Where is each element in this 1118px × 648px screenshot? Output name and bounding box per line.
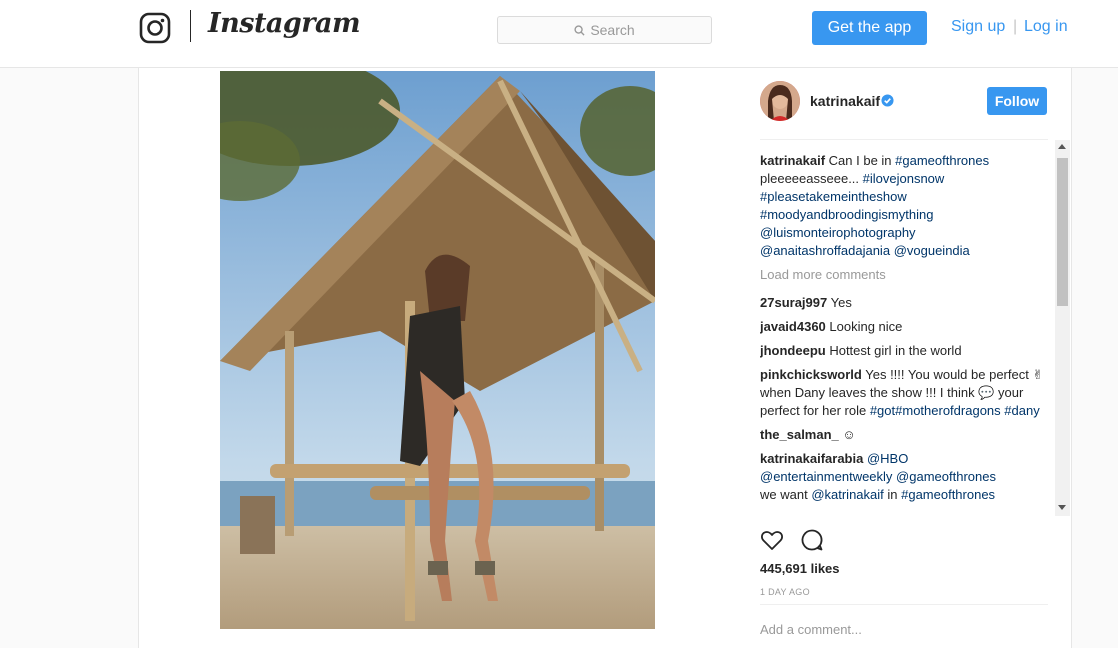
mention-link[interactable]: @katrinakaif <box>811 487 883 502</box>
comment: the_salman_ ☺ <box>760 426 1050 444</box>
comment: pinkchicksworld Yes !!!! You would be pe… <box>760 366 1050 420</box>
verified-badge-icon <box>881 94 894 107</box>
sign-up-link[interactable]: Sign up <box>951 18 1005 36</box>
caption: katrinakaif Can I be in #gameofthrones p… <box>760 152 1050 260</box>
post-photo[interactable] <box>220 71 655 629</box>
instagram-wordmark[interactable]: Instagram <box>208 8 361 39</box>
top-navigation-bar: Instagram Search Get the app Sign up | L… <box>0 0 1118 68</box>
divider <box>760 604 1048 605</box>
comment-username[interactable]: the_salman_ <box>760 427 839 442</box>
comment-username[interactable]: katrinakaifarabia <box>760 451 863 466</box>
hashtag-link[interactable]: #got <box>870 403 895 418</box>
comment-bubble-icon[interactable] <box>800 528 824 552</box>
caption-username[interactable]: katrinakaif <box>760 153 825 168</box>
caption-text: Can I be in <box>825 153 896 168</box>
comment-username[interactable]: javaid4360 <box>760 319 826 334</box>
comment-username[interactable]: 27suraj997 <box>760 295 827 310</box>
mention-link[interactable]: @entertainmentweekly <box>760 469 892 484</box>
caption-text: pleeeeeasseee... <box>760 171 863 186</box>
comment-text: Looking nice <box>825 319 903 334</box>
instagram-camera-icon[interactable] <box>139 12 171 44</box>
hashtag-link[interactable]: #gameofthrones <box>895 153 989 168</box>
likes-count[interactable]: 445,691 likes <box>760 561 840 576</box>
hashtag-link[interactable]: #moodyandbroodingismything <box>760 207 933 222</box>
logo-divider <box>190 10 191 42</box>
comment-username[interactable]: jhondeepu <box>760 343 826 358</box>
post-username[interactable]: katrinakaif <box>810 93 880 109</box>
hashtag-link[interactable]: #pleasetakemeintheshow <box>760 189 907 204</box>
hashtag-link[interactable]: #dany <box>1001 403 1039 418</box>
comment-text: Hottest girl in the world <box>825 343 962 358</box>
divider <box>760 139 1048 140</box>
comment-text: Yes <box>827 295 852 310</box>
scroll-up-arrow-icon[interactable] <box>1058 144 1066 149</box>
comment-text: ☺ <box>838 427 856 442</box>
mention-link[interactable]: @HBO <box>863 451 908 466</box>
link-separator: | <box>1013 18 1018 35</box>
comment-text: in <box>883 487 902 502</box>
mention-link[interactable]: @vogueindia <box>894 243 970 258</box>
post-timestamp: 1 DAY AGO <box>760 587 810 597</box>
comment-username[interactable]: pinkchicksworld <box>760 367 862 382</box>
avatar[interactable] <box>760 81 800 121</box>
add-comment-input[interactable]: Add a comment... <box>760 622 862 637</box>
hashtag-link[interactable]: #ilovejonsnow <box>863 171 945 186</box>
search-icon <box>574 24 585 36</box>
hashtag-link[interactable]: #gameofthrones <box>901 487 995 502</box>
scrollbar-thumb[interactable] <box>1057 158 1068 306</box>
comments-list[interactable]: katrinakaif Can I be in #gameofthrones p… <box>760 152 1050 516</box>
load-more-comments-link[interactable]: Load more comments <box>760 266 1050 284</box>
follow-button[interactable]: Follow <box>987 87 1047 115</box>
comment: jhondeepu Hottest girl in the world <box>760 342 1050 360</box>
comment: javaid4360 Looking nice <box>760 318 1050 336</box>
scroll-down-arrow-icon[interactable] <box>1058 505 1066 510</box>
hashtag-link[interactable]: #motherofdragons <box>895 403 1001 418</box>
mention-link[interactable]: @gameofthrones <box>892 469 996 484</box>
search-input[interactable]: Search <box>497 16 712 44</box>
mention-link[interactable]: @anaitashroffadajania <box>760 243 890 258</box>
like-heart-icon[interactable] <box>760 528 784 552</box>
comment: katrinakaifarabia @HBO @entertainmentwee… <box>760 450 1050 504</box>
comment-text: we want <box>760 487 812 502</box>
mention-link[interactable]: @luismonteirophotography <box>760 225 916 240</box>
get-the-app-button[interactable]: Get the app <box>812 11 927 45</box>
log-in-link[interactable]: Log in <box>1024 18 1068 36</box>
comment: 27suraj997 Yes <box>760 294 1050 312</box>
search-placeholder: Search <box>590 22 635 38</box>
